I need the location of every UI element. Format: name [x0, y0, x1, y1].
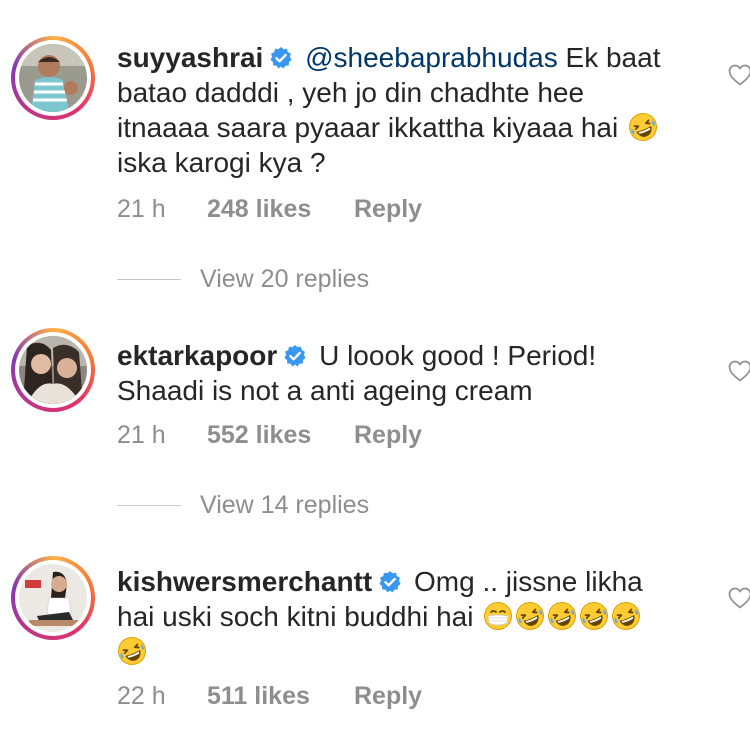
rolling-on-floor-laughing-emoji	[611, 601, 641, 631]
view-replies-label[interactable]: View 20 replies	[200, 265, 369, 294]
comment-text: ektarkapoor U loook good ! Period! Shaad…	[117, 338, 697, 408]
reply-button[interactable]: Reply	[354, 195, 422, 224]
heart-icon[interactable]	[728, 587, 750, 609]
comment-text: kishwersmerchantt Omg .. jissne likha ha…	[117, 564, 697, 669]
heart-icon[interactable]	[728, 64, 750, 86]
comment-body-line: batao dadddi , yeh jo din chadhte hee	[117, 77, 585, 108]
comment-body-line: Shaadi is not a anti ageing cream	[117, 375, 533, 406]
reply-button[interactable]: Reply	[354, 682, 422, 711]
comment-body-line: iska karogi kya ?	[117, 147, 326, 178]
comment-body-line: hai uski soch kitni buddhi hai	[117, 601, 474, 632]
comment-username[interactable]: ektarkapoor	[117, 340, 277, 371]
view-replies-divider	[117, 505, 181, 506]
comment-body-line: Ek baat	[565, 42, 661, 73]
comment-likes-count[interactable]: 511 likes	[207, 682, 354, 711]
rolling-on-floor-laughing-emoji	[117, 636, 147, 666]
comment-mention[interactable]: @sheebaprabhudas	[305, 42, 558, 73]
comment-body-line: itnaaaa saara pyaaar ikkattha kiyaaa hai	[117, 112, 619, 143]
avatar-story-ring[interactable]	[11, 36, 95, 120]
comment-timestamp: 21 h	[117, 421, 166, 449]
comment-username[interactable]: kishwersmerchantt	[117, 566, 372, 597]
rolling-on-floor-laughing-emoji	[547, 601, 577, 631]
verified-badge-icon	[269, 46, 293, 70]
rolling-on-floor-laughing-emoji	[579, 601, 609, 631]
comment-timestamp: 22 h	[117, 682, 166, 710]
verified-badge-icon	[283, 344, 307, 368]
verified-badge-icon	[378, 570, 402, 594]
heart-icon[interactable]	[728, 360, 750, 382]
avatar	[19, 336, 87, 404]
rolling-on-floor-laughing-emoji	[515, 601, 545, 631]
view-replies-divider	[117, 279, 181, 280]
comment-meta: 21 h 248 likes Reply	[117, 195, 422, 224]
comment-meta: 22 h 511 likes Reply	[117, 682, 422, 711]
comment-body-line: U loook good ! Period!	[319, 340, 597, 371]
avatar-story-ring[interactable]	[11, 556, 95, 640]
reply-button[interactable]: Reply	[354, 421, 422, 450]
view-replies-label[interactable]: View 14 replies	[200, 491, 369, 520]
comment-username[interactable]: suyyashrai	[117, 42, 263, 73]
rolling-on-floor-laughing-emoji	[628, 112, 658, 142]
comment-meta: 21 h 552 likes Reply	[117, 421, 422, 450]
comment-body-line: Omg .. jissne likha	[414, 566, 643, 597]
comment-text: suyyashrai @sheebaprabhudas Ek baat bata…	[117, 40, 697, 180]
comment-likes-count[interactable]: 552 likes	[207, 421, 354, 450]
avatar	[19, 564, 87, 632]
comment-timestamp: 21 h	[117, 195, 166, 223]
comment-likes-count[interactable]: 248 likes	[207, 195, 354, 224]
avatar	[19, 44, 87, 112]
avatar-story-ring[interactable]	[11, 328, 95, 412]
face-with-medical-mask-emoji	[483, 601, 513, 631]
